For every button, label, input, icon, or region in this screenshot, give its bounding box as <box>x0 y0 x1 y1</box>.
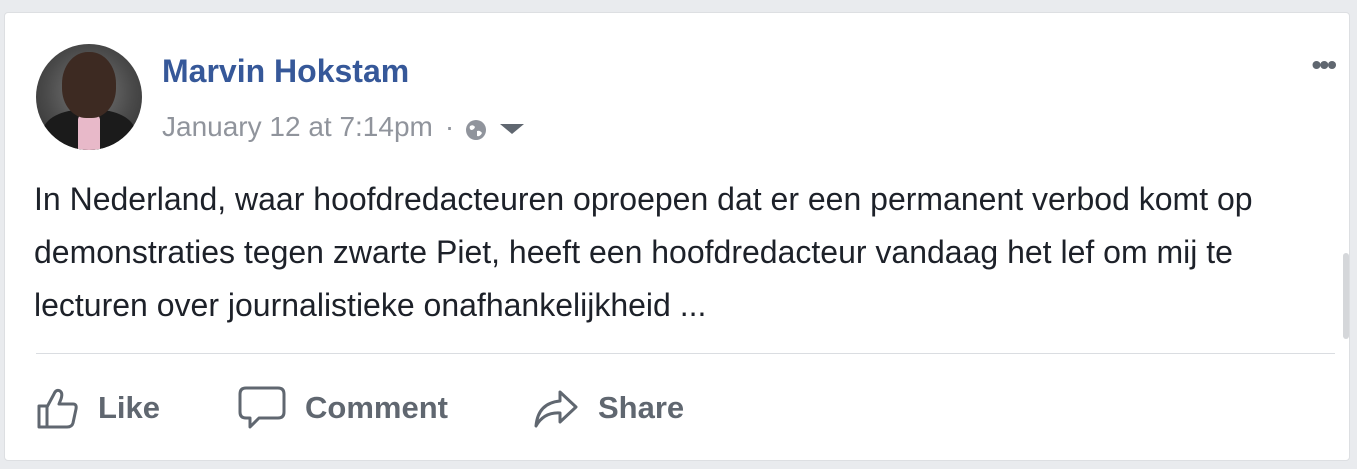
comment-label: Comment <box>305 390 448 425</box>
author-avatar[interactable] <box>36 44 142 150</box>
meta-separator: · <box>444 111 455 142</box>
post-text: In Nederland, waar hoofdredacteuren opro… <box>34 181 1253 323</box>
avatar-face <box>62 52 116 118</box>
thumbs-up-icon <box>37 388 78 429</box>
share-button[interactable]: Share <box>532 383 684 433</box>
action-divider <box>36 353 1335 354</box>
post-timestamp[interactable]: January 12 at 7:14pm <box>162 111 433 143</box>
like-button[interactable]: Like <box>36 383 160 433</box>
scrollbar-thumb[interactable] <box>1343 253 1349 339</box>
share-label: Share <box>598 390 685 425</box>
like-label: Like <box>98 390 161 425</box>
comment-button[interactable]: Comment <box>237 383 448 433</box>
post-card: Marvin Hokstam January 12 at 7:14pm · ••… <box>4 12 1350 461</box>
more-options-icon[interactable]: ••• <box>1312 51 1337 79</box>
globe-icon[interactable] <box>464 117 488 141</box>
avatar-shirt <box>78 114 100 150</box>
post-meta: January 12 at 7:14pm · <box>162 109 525 145</box>
audience-chevron-down-icon[interactable] <box>500 124 525 134</box>
author-name[interactable]: Marvin Hokstam <box>162 53 409 90</box>
share-arrow-icon <box>534 390 578 428</box>
comment-bubble-icon <box>238 386 286 429</box>
